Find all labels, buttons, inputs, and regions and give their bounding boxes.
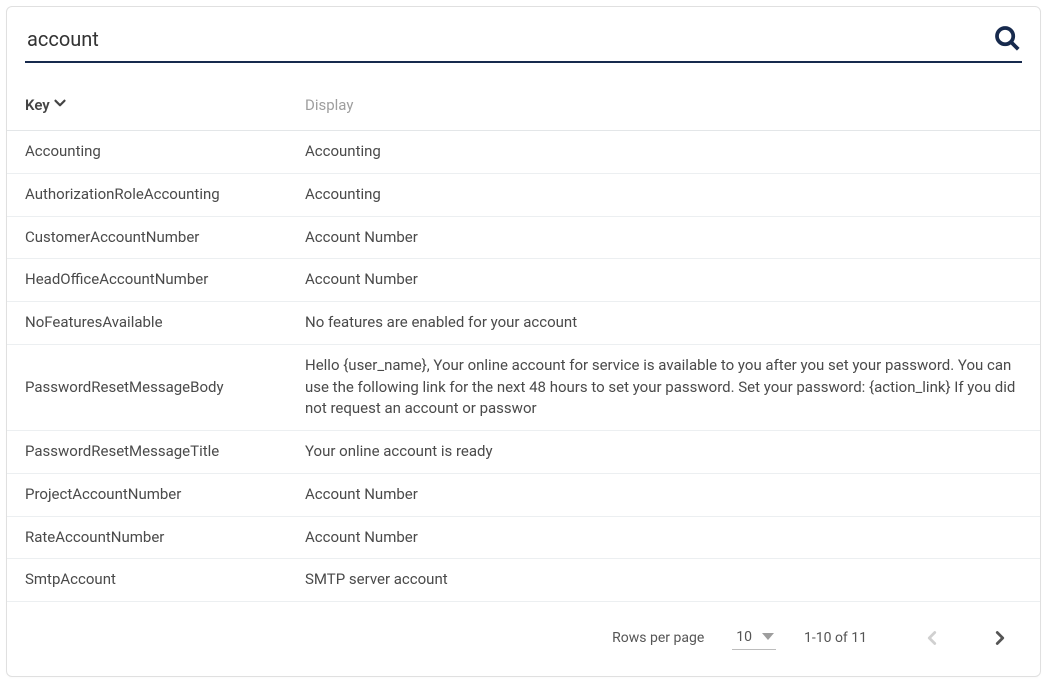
column-header-display[interactable]: Display [287,79,1040,130]
cell-key: Accounting [7,131,287,173]
cell-display: Hello {user_name}, Your online account f… [287,345,1040,430]
rows-per-page-value: 10 [736,629,752,645]
rows-per-page-label: Rows per page [612,630,704,646]
cell-key: PasswordResetMessageBody [7,345,287,430]
table-row[interactable]: Accounting Accounting [7,130,1040,173]
table-row[interactable]: HeadOfficeAccountNumber Account Number [7,258,1040,301]
table-row[interactable]: RateAccountNumber Account Number [7,516,1040,559]
table-body: Accounting Accounting AuthorizationRoleA… [7,130,1040,601]
table-row[interactable]: AuthorizationRoleAccounting Accounting [7,173,1040,216]
cell-display: Account Number [287,517,1040,559]
cell-display: Your online account is ready [287,431,1040,473]
prev-page-button[interactable] [912,618,952,658]
search-icon[interactable] [986,23,1022,57]
table-header-row: Key Display [7,67,1040,130]
column-header-key[interactable]: Key [7,79,287,130]
cell-display: Account Number [287,259,1040,301]
cell-key: ProjectAccountNumber [7,474,287,516]
cell-key: PasswordResetMessageTitle [7,431,287,473]
cell-key: HeadOfficeAccountNumber [7,259,287,301]
rows-per-page-select[interactable]: 10 [732,627,776,650]
cell-display: SMTP server account [287,559,1040,601]
cell-key: NoFeaturesAvailable [7,302,287,344]
search-bar [7,7,1040,67]
pagination-footer: Rows per page 10 1-10 of 11 [7,601,1040,676]
dropdown-icon [762,633,774,640]
cell-display: Accounting [287,131,1040,173]
cell-display: No features are enabled for your account [287,302,1040,344]
table-row[interactable]: CustomerAccountNumber Account Number [7,216,1040,259]
table-row[interactable]: ProjectAccountNumber Account Number [7,473,1040,516]
search-input-wrap [25,19,1022,63]
cell-display: Account Number [287,217,1040,259]
column-header-display-label: Display [305,96,353,114]
column-header-key-label: Key [25,96,50,114]
table-row[interactable]: SmtpAccount SMTP server account [7,558,1040,601]
table-row[interactable]: NoFeaturesAvailable No features are enab… [7,301,1040,344]
data-table-card: Key Display Accounting Accounting Author… [6,6,1041,677]
cell-key: RateAccountNumber [7,517,287,559]
cell-display: Account Number [287,474,1040,516]
next-page-button[interactable] [980,618,1020,658]
cell-key: CustomerAccountNumber [7,217,287,259]
cell-key: SmtpAccount [7,559,287,601]
table-row[interactable]: PasswordResetMessageBody Hello {user_nam… [7,344,1040,430]
cell-key: AuthorizationRoleAccounting [7,174,287,216]
search-input[interactable] [25,23,986,57]
table-row[interactable]: PasswordResetMessageTitle Your online ac… [7,430,1040,473]
cell-display: Accounting [287,174,1040,216]
pagination-range: 1-10 of 11 [804,630,884,646]
sort-desc-icon [50,93,69,116]
